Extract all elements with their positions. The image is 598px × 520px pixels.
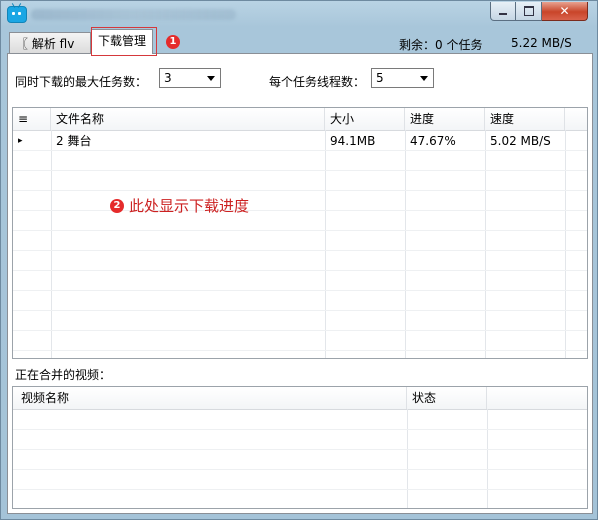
minimize-icon <box>499 13 507 15</box>
threads-select[interactable]: 5 <box>371 68 434 88</box>
maximize-button[interactable] <box>516 2 542 21</box>
close-icon: ✕ <box>559 4 570 18</box>
max-tasks-label: 同时下载的最大任务数： <box>15 75 148 89</box>
annotation-badge-2: 2 <box>110 199 124 213</box>
title-bar: ✕ <box>1 1 597 27</box>
download-table: ≡ 文件名称 大小 进度 速度 ▸ 2 舞台 94.1MB 47.67% 5.0… <box>12 107 588 359</box>
annotation-note: 此处显示下载进度 <box>129 197 250 215</box>
column-size[interactable]: 大小 <box>325 108 405 130</box>
merge-table: 视频名称 状态 <box>12 386 588 509</box>
max-tasks-value: 3 <box>164 71 172 85</box>
column-progress[interactable]: 进度 <box>405 108 485 130</box>
chevron-down-icon <box>207 76 215 81</box>
remaining-tasks: 剩余：0 个任务 <box>399 38 483 52</box>
chevron-down-icon <box>420 76 428 81</box>
threads-value: 5 <box>376 71 384 85</box>
tab-parse-flv[interactable]: 〖 解析 flv 〗 <box>9 32 91 73</box>
merge-table-header: 视频名称 状态 <box>13 387 587 410</box>
total-speed: 5.22 MB/S <box>511 36 572 50</box>
row-progress: 47.67% <box>410 134 456 148</box>
column-speed[interactable]: 速度 <box>485 108 565 130</box>
download-panel: 同时下载的最大任务数： 3 每个任务线程数： 5 ≡ 文件名称 大小 进度 速度 <box>7 53 593 514</box>
close-button[interactable]: ✕ <box>542 2 588 21</box>
row-filename: 2 舞台 <box>56 134 92 148</box>
row-expand-icon[interactable]: ▸ <box>13 131 51 151</box>
column-filename[interactable]: 文件名称 <box>51 108 325 130</box>
download-table-header: ≡ 文件名称 大小 进度 速度 <box>13 108 587 131</box>
annotation-badge-1: 1 <box>166 35 180 49</box>
row-size: 94.1MB <box>330 134 376 148</box>
threads-label: 每个任务线程数： <box>269 75 366 89</box>
row-speed: 5.02 MB/S <box>490 134 551 148</box>
tab-strip: 〖 解析 flv 〗 下载管理 <box>7 27 593 73</box>
merging-videos-label: 正在合并的视频： <box>15 368 112 382</box>
tab-download-manager[interactable]: 下载管理 <box>91 29 154 54</box>
app-window: ✕ 〖 解析 flv 〗 下载管理 1 剩余：0 个任务 5.22 MB/S 同… <box>0 0 598 520</box>
column-menu[interactable]: ≡ <box>13 108 51 130</box>
column-status[interactable]: 状态 <box>407 387 487 409</box>
tv-icon <box>7 3 27 23</box>
maximize-icon <box>523 6 534 16</box>
column-video-name[interactable]: 视频名称 <box>13 387 407 409</box>
window-title-blurred <box>31 9 236 20</box>
minimize-button[interactable] <box>490 2 516 21</box>
max-tasks-select[interactable]: 3 <box>159 68 221 88</box>
